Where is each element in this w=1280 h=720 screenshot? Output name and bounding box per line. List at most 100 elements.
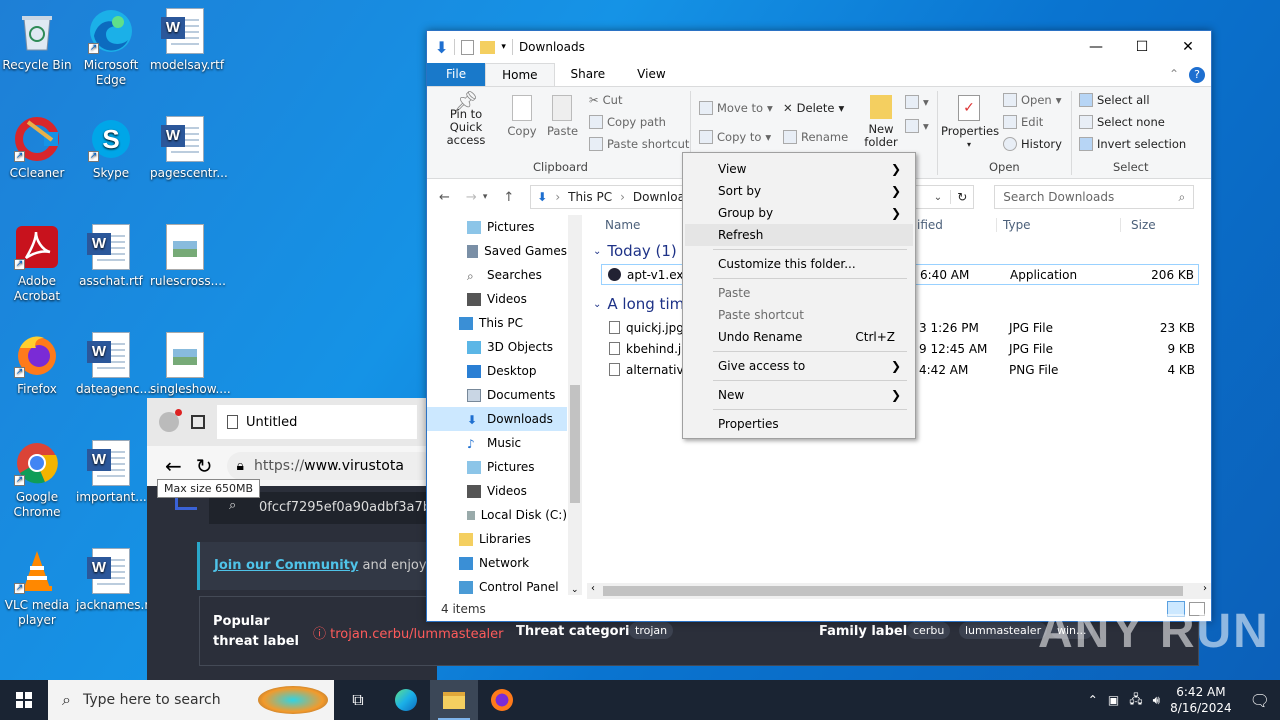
refresh-icon[interactable]: ↻ (950, 190, 973, 204)
menu-item-paste-shortcut[interactable]: Paste shortcut (685, 304, 913, 326)
desktop-icon-asschat[interactable]: W asschat.rtf (76, 224, 146, 289)
desktop-icon-vlc[interactable]: ↗ VLC media player (2, 548, 72, 628)
new-item-icon[interactable]: ▾ (905, 95, 929, 109)
edit-button[interactable]: Edit (1003, 115, 1043, 129)
tree-item-searches[interactable]: ⌕ Searches (427, 263, 567, 287)
desktop-icon-rulescross[interactable]: rulescross.... (150, 224, 226, 289)
threat-category-chip[interactable]: trojan (629, 622, 674, 639)
recent-locations-icon[interactable]: ▾ (483, 192, 488, 202)
back-icon[interactable]: ← (165, 454, 182, 478)
family-label-chip[interactable]: lummastealer (959, 622, 1048, 639)
address-dropdown-icon[interactable]: ⌄ (934, 192, 942, 203)
tree-item-music[interactable]: ♪ Music (427, 431, 567, 455)
taskbar-search-box[interactable]: ⌕ Type here to search (48, 680, 334, 720)
tree-item-local-disk[interactable]: Local Disk (C:) (427, 503, 567, 527)
tree-item-documents[interactable]: Documents (427, 383, 567, 407)
threat-label[interactable]: ⓘ trojan.cerbu/lummastealer (313, 623, 504, 642)
tab-actions-icon[interactable] (191, 415, 205, 429)
invert-selection-button[interactable]: Invert selection (1079, 137, 1186, 151)
tab-file[interactable]: File (427, 63, 486, 86)
scrollbar-thumb[interactable] (570, 385, 580, 503)
properties-button[interactable]: ✓ Properties ▾ (941, 95, 999, 151)
desktop-icon-pagescentr[interactable]: W pagescentr... (150, 116, 228, 181)
tab-share[interactable]: Share (555, 63, 622, 86)
properties-qat-icon[interactable] (461, 39, 475, 55)
desktop-icon-acrobat[interactable]: ↗ Adobe Acrobat (2, 224, 72, 304)
cut-button[interactable]: ✂ Cut (589, 93, 622, 107)
scroll-left-icon[interactable]: ‹ (591, 583, 595, 594)
history-button[interactable]: History (1003, 137, 1062, 151)
open-button[interactable]: Open ▾ (1003, 93, 1062, 107)
menu-item-sort-by[interactable]: Sort by ❯ (685, 180, 913, 202)
profile-icon[interactable] (159, 409, 182, 432)
copy-button[interactable]: Copy (507, 95, 537, 138)
copy-path-button[interactable]: Copy path (589, 115, 666, 129)
navigation-scrollbar[interactable]: ⌄ (568, 215, 582, 595)
network-icon[interactable]: 🖧︎ (1129, 690, 1142, 711)
desktop-icon-chrome[interactable]: ↗ Google Chrome (2, 440, 72, 520)
scroll-right-icon[interactable]: › (1203, 583, 1207, 594)
scrollbar-thumb[interactable] (603, 586, 1183, 596)
desktop-icon-edge[interactable]: ↗ Microsoft Edge (76, 8, 146, 88)
show-hidden-icons[interactable]: ⌃ (1088, 693, 1098, 707)
new-folder-qat-icon[interactable] (480, 40, 496, 54)
scroll-down-icon[interactable]: ⌄ (571, 585, 579, 595)
browser-tab[interactable]: Untitled (217, 405, 417, 439)
menu-item-refresh[interactable]: Refresh (685, 224, 913, 246)
menu-item-give-access[interactable]: Give access to ❯ (685, 355, 913, 377)
taskbar-firefox-icon[interactable] (478, 680, 526, 720)
task-view-icon[interactable]: ⧉ (334, 680, 382, 720)
tab-view[interactable]: View (621, 63, 681, 86)
tab-home[interactable]: Home (485, 63, 555, 86)
forward-icon[interactable]: → (466, 190, 477, 205)
desktop-icon-singleshow[interactable]: singleshow.... (150, 332, 231, 397)
new-folder-button[interactable]: New folder (861, 95, 901, 149)
column-size[interactable]: Size (1121, 218, 1156, 232)
menu-item-customize[interactable]: Customize this folder... (685, 253, 913, 275)
desktop-icon-dateagenc[interactable]: W dateagenc... (76, 332, 151, 397)
pin-quick-access-button[interactable]: 📌︎ Pin to Quick access (433, 91, 499, 147)
desktop-icon-skype[interactable]: S ↗ Skype (76, 116, 146, 181)
breadcrumb-downloads[interactable]: Downloa (633, 190, 685, 204)
column-modified[interactable]: ified (917, 218, 997, 232)
copy-to-button[interactable]: Copy to ▾ (699, 130, 771, 144)
desktop-icon-modelsay[interactable]: W modelsay.rtf (150, 8, 224, 73)
start-button[interactable] (0, 680, 48, 720)
tree-item-downloads[interactable]: ⬇ Downloads (427, 407, 567, 431)
maximize-button[interactable]: ☐ (1119, 31, 1165, 63)
desktop-icon-jacknames[interactable]: W jacknames.rtf (76, 548, 158, 613)
column-type[interactable]: Type (997, 218, 1121, 232)
back-icon[interactable]: ← (439, 190, 450, 205)
desktop-icon-important[interactable]: W important... (76, 440, 147, 505)
desktop-icon-firefox[interactable]: ↗ Firefox (2, 332, 72, 397)
taskbar-explorer-icon[interactable] (430, 680, 478, 720)
desktop-icon-recycle-bin[interactable]: Recycle Bin (2, 8, 72, 73)
easy-access-icon[interactable]: ▾ (905, 119, 929, 133)
minimize-button[interactable]: — (1073, 31, 1119, 63)
menu-item-view[interactable]: View ❯ (685, 158, 913, 180)
move-to-button[interactable]: Move to ▾ (699, 101, 773, 115)
help-icon[interactable]: ? (1189, 66, 1205, 83)
device-icon[interactable]: ▣ (1108, 693, 1119, 707)
refresh-icon[interactable]: ↻ (196, 454, 213, 478)
taskbar-edge-icon[interactable] (382, 680, 430, 720)
clock[interactable]: 6:42 AM 8/16/2024 (1170, 684, 1232, 716)
family-label-chip[interactable]: cerbu (907, 622, 951, 639)
menu-item-undo-rename[interactable]: Undo Rename Ctrl+Z (685, 326, 913, 348)
tree-item-videos[interactable]: Videos (427, 287, 567, 311)
menu-item-new[interactable]: New ❯ (685, 384, 913, 406)
select-all-button[interactable]: Select all (1079, 93, 1150, 107)
collapse-ribbon-icon[interactable]: ⌃ (1159, 63, 1189, 86)
tree-item-videos[interactable]: Videos (427, 479, 567, 503)
menu-item-paste[interactable]: Paste (685, 282, 913, 304)
breadcrumb-this-pc[interactable]: This PC (568, 190, 612, 204)
tree-item-libraries[interactable]: Libraries (427, 527, 567, 551)
tree-item-saved-games[interactable]: Saved Games (427, 239, 567, 263)
tree-item-this-pc[interactable]: This PC (427, 311, 567, 335)
desktop-icon-ccleaner[interactable]: ↗ CCleaner (2, 116, 72, 181)
tree-item-pictures[interactable]: Pictures (427, 455, 567, 479)
tree-item-network[interactable]: Network (427, 551, 567, 575)
address-bar[interactable]: 🔒︎ https://www.virustota (226, 452, 437, 480)
notifications-icon[interactable]: 🗨︎ (1250, 691, 1270, 710)
tree-item-pictures[interactable]: Pictures (427, 215, 567, 239)
